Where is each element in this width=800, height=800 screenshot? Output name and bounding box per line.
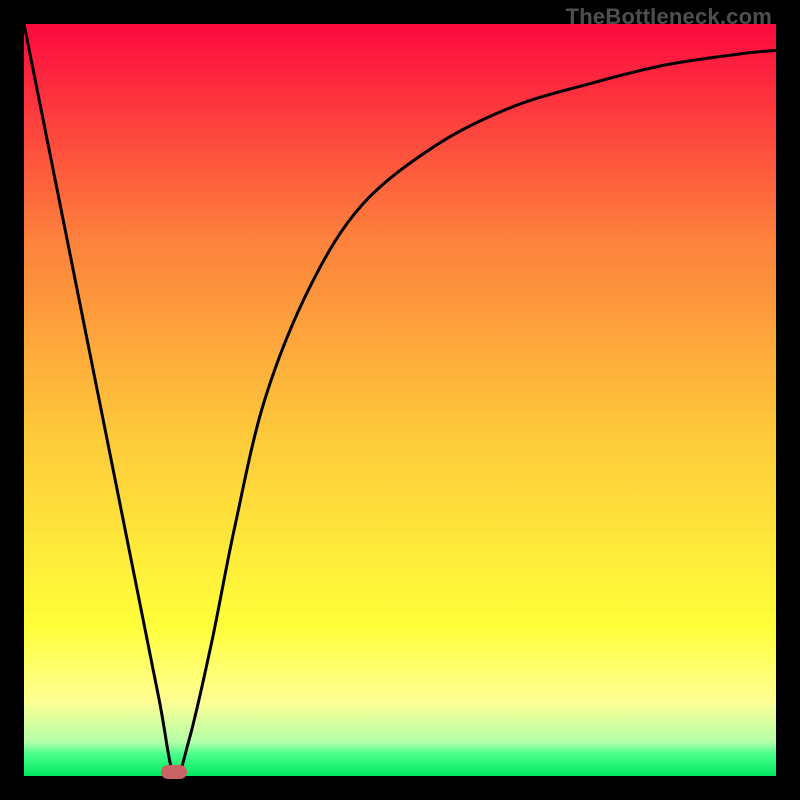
watermark-text: TheBottleneck.com	[566, 4, 772, 30]
bottleneck-curve	[24, 24, 776, 776]
min-marker	[161, 765, 187, 779]
